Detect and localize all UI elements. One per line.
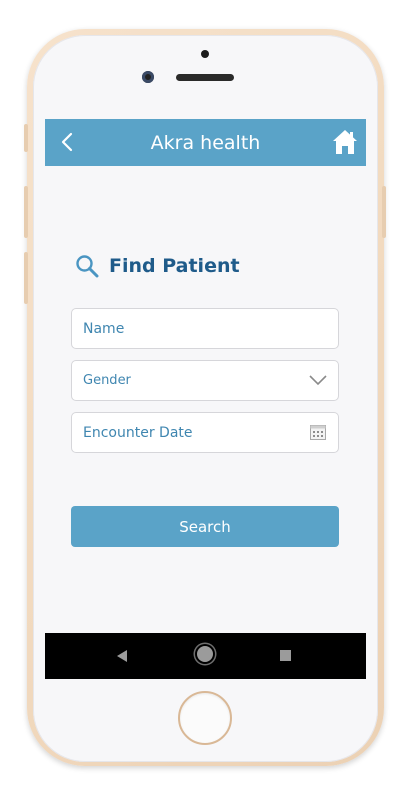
volume-up-button — [24, 186, 28, 238]
triangle-back-icon[interactable] — [117, 650, 127, 662]
calendar-icon[interactable] — [310, 425, 326, 440]
name-field[interactable] — [71, 308, 339, 349]
front-camera — [142, 71, 154, 83]
encounter-date-input[interactable] — [83, 424, 303, 441]
home-icon-svg — [333, 130, 357, 154]
chevron-down-icon — [309, 375, 327, 386]
name-input[interactable] — [83, 320, 303, 337]
square-recent-icon[interactable] — [280, 650, 291, 661]
find-patient-heading: Find Patient — [75, 253, 240, 279]
gender-select-label: Gender — [83, 373, 131, 388]
volume-down-button — [24, 252, 28, 304]
mute-switch — [24, 124, 28, 152]
gender-select[interactable]: Gender — [71, 360, 339, 401]
sensor-dot — [201, 50, 209, 58]
find-patient-title: Find Patient — [109, 255, 240, 277]
earpiece-speaker — [176, 74, 234, 81]
search-icon — [76, 255, 99, 278]
app-screen: Akra health Find Patient Gender — [45, 119, 366, 679]
app-title: Akra health — [150, 132, 261, 154]
system-nav-bar — [45, 633, 366, 679]
encounter-date-field[interactable] — [71, 412, 339, 453]
power-button — [382, 186, 386, 238]
circle-home-icon[interactable] — [197, 646, 213, 662]
app-bar: Akra health — [45, 119, 366, 166]
hardware-home-button[interactable] — [178, 691, 232, 745]
search-button[interactable]: Search — [71, 506, 339, 547]
home-icon[interactable] — [331, 128, 359, 156]
